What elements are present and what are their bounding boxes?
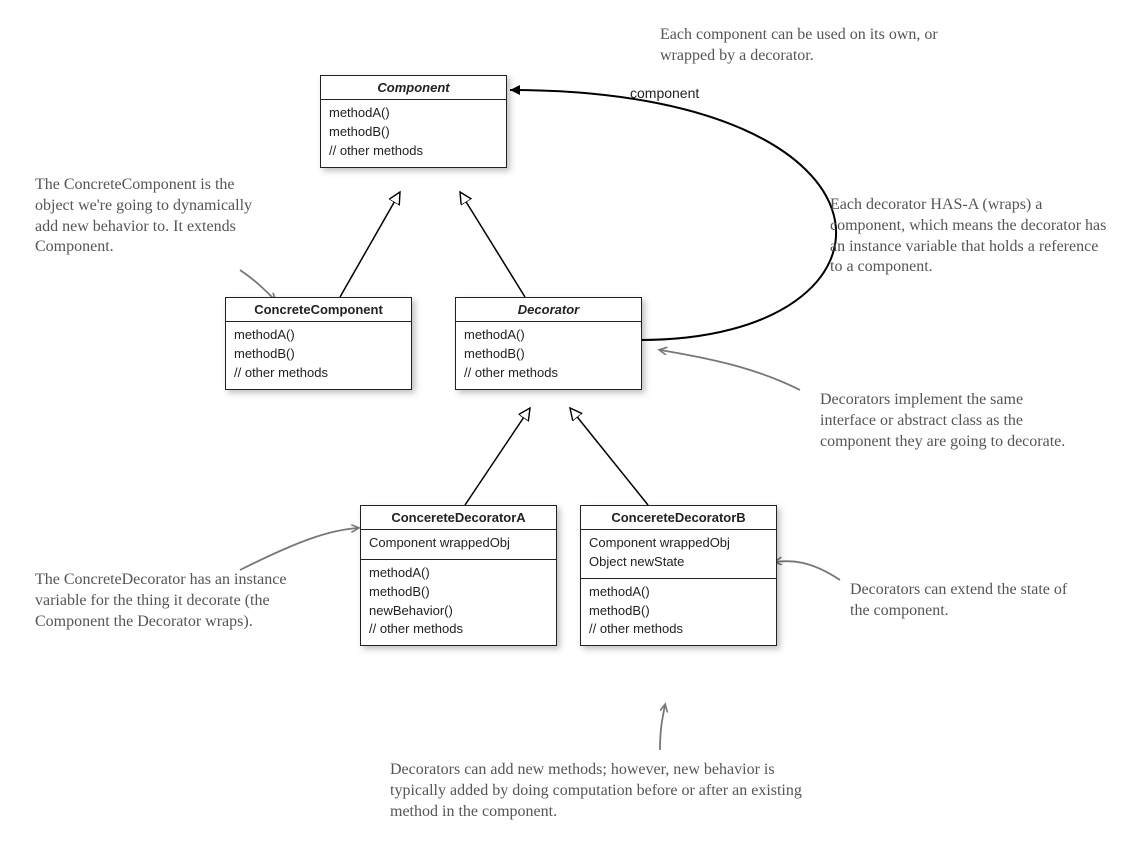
edge-concretecomponent-component (340, 192, 400, 297)
association-label-component: component (630, 85, 699, 101)
method: // other methods (329, 142, 498, 161)
field: Component wrappedObj (589, 534, 768, 553)
method: newBehavior() (369, 602, 548, 621)
class-concretecomponent: ConcreteComponent methodA() methodB() //… (225, 297, 412, 390)
class-methods: methodA() methodB() // other methods (226, 322, 411, 389)
method: methodA() (369, 564, 548, 583)
note-arrow-sameinterface (660, 350, 800, 390)
edge-cdb-decorator (570, 408, 648, 505)
edge-decorator-component (460, 192, 525, 297)
note-addmethods: Decorators can add new methods; however,… (390, 760, 830, 822)
method: // other methods (369, 620, 548, 639)
note-arrow-concretecomponent (240, 270, 275, 300)
method: // other methods (234, 364, 403, 383)
class-methods: methodA() methodB() // other methods (581, 579, 776, 646)
note-arrow-concretedecorator (240, 528, 358, 570)
class-concretedecoratorb: ConcereteDecoratorB Component wrappedObj… (580, 505, 777, 646)
class-title: Component (321, 76, 506, 100)
class-methods: methodA() methodB() // other methods (321, 100, 506, 167)
class-methods: methodA() methodB() // other methods (456, 322, 641, 389)
method: methodA() (464, 326, 633, 345)
diagram-canvas: { "classes": { "component": { "title": "… (0, 0, 1130, 849)
class-title: ConcreteComponent (226, 298, 411, 322)
method: methodA() (589, 583, 768, 602)
note-extendstate: Decorators can extend the state of the c… (850, 580, 1090, 622)
method: methodB() (234, 345, 403, 364)
field: Component wrappedObj (369, 534, 548, 553)
class-decorator: Decorator methodA() methodB() // other m… (455, 297, 642, 390)
note-topright: Each component can be used on its own, o… (660, 25, 980, 67)
class-methods: methodA() methodB() newBehavior() // oth… (361, 560, 556, 645)
class-concretedecoratora: ConcereteDecoratorA Component wrappedObj… (360, 505, 557, 646)
field: Object newState (589, 553, 768, 572)
method: methodB() (369, 583, 548, 602)
method: methodA() (329, 104, 498, 123)
note-arrow-extendstate (775, 561, 840, 580)
method: // other methods (464, 364, 633, 383)
class-fields: Component wrappedObj (361, 530, 556, 560)
class-component: Component methodA() methodB() // other m… (320, 75, 507, 168)
method: // other methods (589, 620, 768, 639)
class-title: ConcereteDecoratorB (581, 506, 776, 530)
note-hasa: Each decorator HAS-A (wraps) a component… (830, 195, 1110, 278)
note-arrow-addmethods (660, 705, 665, 750)
note-concretecomponent: The ConcreteComponent is the object we'r… (35, 175, 265, 258)
note-sameinterface: Decorators implement the same interface … (820, 390, 1080, 452)
class-title: ConcereteDecoratorA (361, 506, 556, 530)
note-concretedecorator: The ConcreteDecorator has an instance va… (35, 570, 335, 632)
method: methodB() (464, 345, 633, 364)
method: methodA() (234, 326, 403, 345)
class-fields: Component wrappedObj Object newState (581, 530, 776, 579)
class-title: Decorator (456, 298, 641, 322)
method: methodB() (589, 602, 768, 621)
method: methodB() (329, 123, 498, 142)
edge-cda-decorator (465, 408, 530, 505)
